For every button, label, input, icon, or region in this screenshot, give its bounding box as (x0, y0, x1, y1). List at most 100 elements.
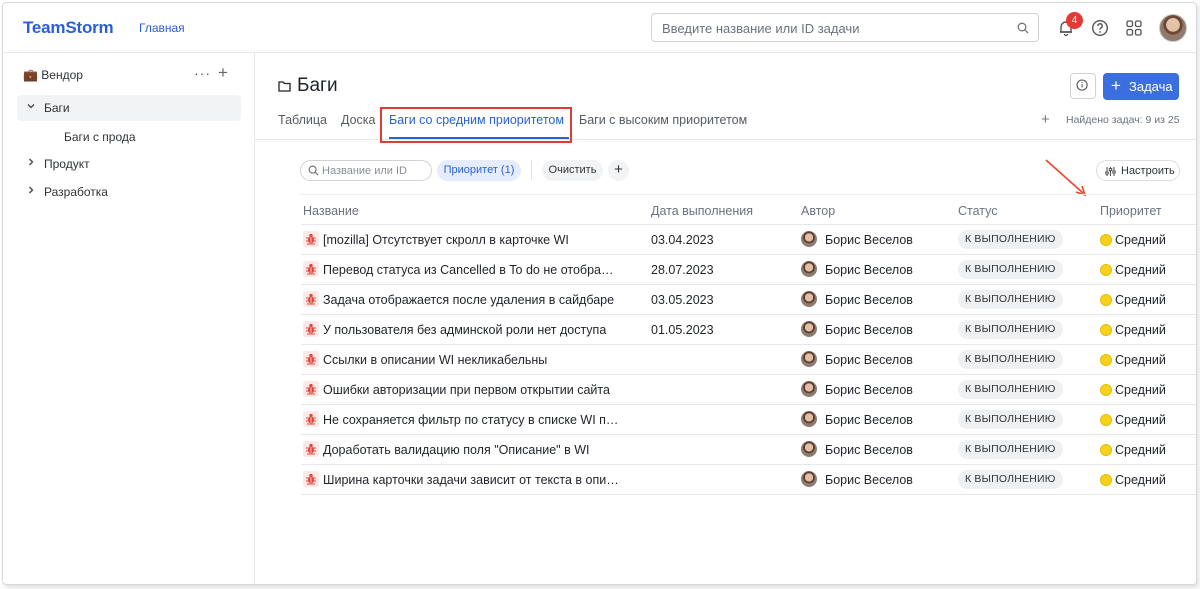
sidebar: 💼 Вендор ··· + Баги Баги с прода Продукт… (3, 53, 255, 584)
priority-dot-icon (1100, 474, 1112, 486)
task-name[interactable]: У пользователя без админской роли нет до… (323, 323, 619, 337)
tab-high-priority-bugs[interactable]: Баги с высоким приоритетом (579, 113, 747, 127)
table-row[interactable]: Задача отображается после удаления в сай… (301, 285, 1196, 315)
column-header-name[interactable]: Название (303, 204, 359, 218)
new-task-button[interactable]: + Задача (1103, 73, 1179, 100)
author-avatar (801, 381, 817, 397)
task-priority[interactable]: Средний (1115, 473, 1166, 487)
task-author: Борис Веселов (825, 293, 913, 307)
table-header: Название Дата выполнения Автор Статус Пр… (301, 194, 1196, 225)
task-name[interactable]: Ссылки в описании WI некликабельны (323, 353, 619, 367)
table-row[interactable]: Ссылки в описании WI некликабельны Борис … (301, 345, 1196, 375)
tab-board[interactable]: Доска (341, 113, 376, 127)
task-priority[interactable]: Средний (1115, 233, 1166, 247)
bug-icon (303, 231, 319, 247)
clear-filters-button[interactable]: Очистить (542, 160, 603, 181)
task-name[interactable]: Задача отображается после удаления в сай… (323, 293, 619, 307)
add-view-icon[interactable]: + (1041, 111, 1050, 128)
task-author: Борис Веселов (825, 443, 913, 457)
sidebar-item-bugs[interactable]: Баги (17, 95, 241, 121)
task-author: Борис Веселов (825, 413, 913, 427)
user-avatar[interactable] (1159, 14, 1187, 42)
priority-dot-icon (1100, 264, 1112, 276)
global-search-input[interactable]: Введите название или ID задачи (651, 13, 1039, 42)
bug-icon (303, 441, 319, 457)
nav-home-link[interactable]: Главная (139, 21, 185, 35)
table-row[interactable]: Не сохраняется фильтр по статусу в списк… (301, 405, 1196, 435)
chevron-right-icon (29, 158, 34, 166)
task-priority[interactable]: Средний (1115, 413, 1166, 427)
priority-dot-icon (1100, 414, 1112, 426)
task-author: Борис Веселов (825, 473, 913, 487)
column-header-author[interactable]: Автор (801, 204, 835, 218)
author-avatar (801, 261, 817, 277)
task-due-date: 03.05.2023 (651, 293, 714, 307)
app-window: TeamStorm Главная Введите название или I… (2, 2, 1197, 585)
task-name[interactable]: Перевод статуса из Cancelled в To do не … (323, 263, 619, 277)
task-author: Борис Веселов (825, 383, 913, 397)
task-priority[interactable]: Средний (1115, 263, 1166, 277)
tab-highlight-box (380, 107, 572, 143)
sidebar-item-label: Продукт (44, 157, 90, 171)
folder-icon (278, 81, 291, 92)
new-task-label: Задача (1129, 79, 1173, 94)
task-author: Борис Веселов (825, 263, 913, 277)
task-name[interactable]: Доработать валидацию поля "Описание" в W… (323, 443, 619, 457)
status-badge[interactable]: К ВЫПОЛНЕНИЮ (958, 290, 1063, 309)
add-filter-button[interactable]: + (608, 160, 629, 181)
sidebar-item-prod-bugs[interactable]: Баги с прода (64, 130, 136, 144)
status-badge[interactable]: К ВЫПОЛНЕНИЮ (958, 470, 1063, 489)
author-avatar (801, 231, 817, 247)
apps-grid-icon[interactable] (1125, 19, 1143, 37)
task-priority[interactable]: Средний (1115, 353, 1166, 367)
sidebar-item-label: Баги (44, 101, 70, 115)
table-row[interactable]: Доработать валидацию поля "Описание" в W… (301, 435, 1196, 465)
task-due-date: 03.04.2023 (651, 233, 714, 247)
author-avatar (801, 291, 817, 307)
status-badge[interactable]: К ВЫПОЛНЕНИЮ (958, 410, 1063, 429)
configure-label: Настроить (1121, 165, 1175, 177)
priority-dot-icon (1100, 354, 1112, 366)
sidebar-item-development[interactable]: Разработка (17, 179, 241, 205)
task-priority[interactable]: Средний (1115, 293, 1166, 307)
task-name[interactable]: Не сохраняется фильтр по статусу в списк… (323, 413, 619, 427)
task-name[interactable]: Ширина карточки задачи зависит от текста… (323, 473, 619, 487)
status-badge[interactable]: К ВЫПОЛНЕНИЮ (958, 230, 1063, 249)
sidebar-item-product[interactable]: Продукт (17, 151, 241, 177)
task-author: Борис Веселов (825, 353, 913, 367)
priority-dot-icon (1100, 324, 1112, 336)
table-row[interactable]: У пользователя без админской роли нет до… (301, 315, 1196, 345)
status-badge[interactable]: К ВЫПОЛНЕНИЮ (958, 260, 1063, 279)
task-priority[interactable]: Средний (1115, 443, 1166, 457)
add-icon[interactable]: + (218, 63, 228, 83)
tab-table[interactable]: Таблица (278, 113, 327, 127)
info-button[interactable] (1070, 73, 1096, 99)
column-header-priority[interactable]: Приоритет (1100, 204, 1162, 218)
status-badge[interactable]: К ВЫПОЛНЕНИЮ (958, 380, 1063, 399)
task-priority[interactable]: Средний (1115, 383, 1166, 397)
status-badge[interactable]: К ВЫПОЛНЕНИЮ (958, 350, 1063, 369)
app-logo[interactable]: TeamStorm (23, 18, 114, 38)
workspace-title[interactable]: 💼 Вендор (23, 68, 83, 82)
author-avatar (801, 471, 817, 487)
help-icon[interactable] (1091, 19, 1109, 37)
table-row[interactable]: Перевод статуса из Cancelled в To do не … (301, 255, 1196, 285)
search-icon (1017, 22, 1029, 34)
task-author: Борис Веселов (825, 323, 913, 337)
task-name[interactable]: Ошибки авторизации при первом открытии с… (323, 383, 619, 397)
more-icon[interactable]: ··· (194, 65, 211, 81)
table-row[interactable]: Ширина карточки задачи зависит от текста… (301, 465, 1196, 495)
table-search-input[interactable]: Название или ID (300, 160, 432, 181)
author-avatar (801, 351, 817, 367)
table-row[interactable]: Ошибки авторизации при первом открытии с… (301, 375, 1196, 405)
column-header-status[interactable]: Статус (958, 204, 998, 218)
task-name[interactable]: [mozilla] Отсутствует скролл в карточке … (323, 233, 619, 247)
configure-button[interactable]: Настроить (1096, 160, 1180, 181)
status-badge[interactable]: К ВЫПОЛНЕНИЮ (958, 320, 1063, 339)
priority-filter-chip[interactable]: Приоритет (1) (437, 160, 521, 181)
task-priority[interactable]: Средний (1115, 323, 1166, 337)
author-avatar (801, 321, 817, 337)
status-badge[interactable]: К ВЫПОЛНЕНИЮ (958, 440, 1063, 459)
column-header-due-date[interactable]: Дата выполнения (651, 204, 753, 218)
table-row[interactable]: [mozilla] Отсутствует скролл в карточке … (301, 225, 1196, 255)
